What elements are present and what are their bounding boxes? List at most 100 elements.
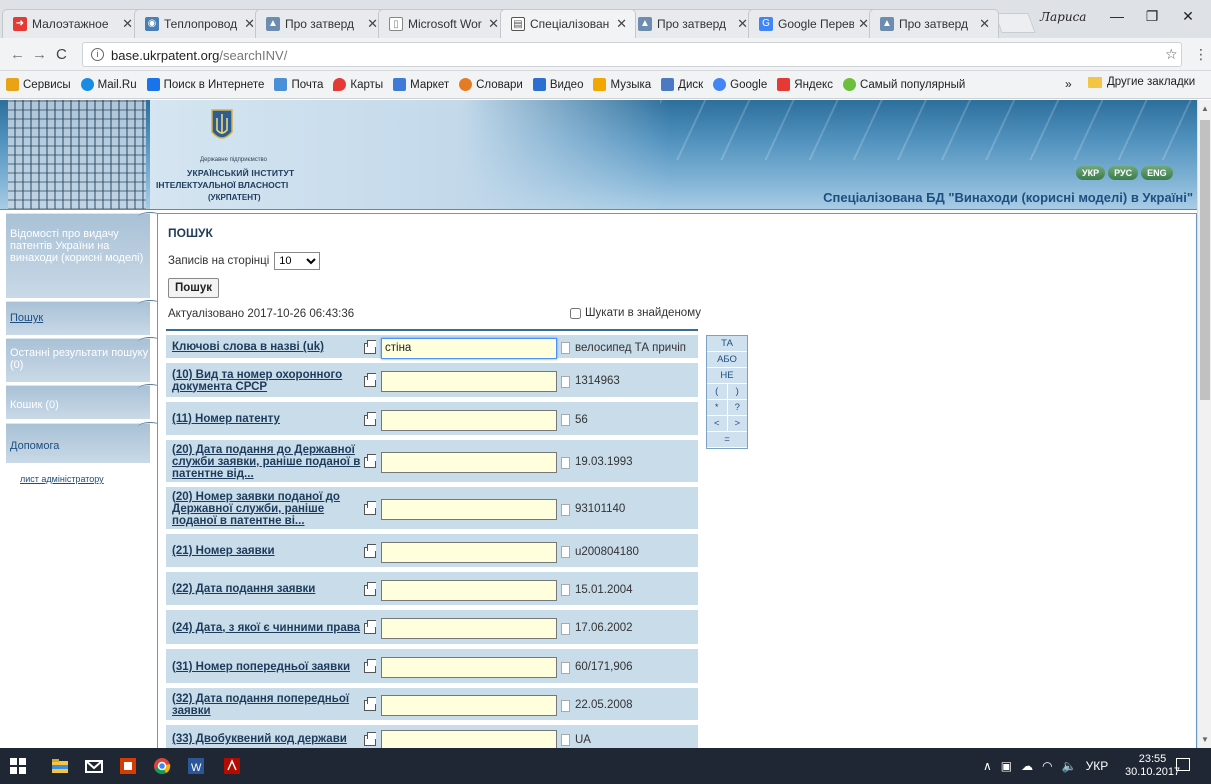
operator-button[interactable]: ? (726, 400, 748, 415)
keyboard-language[interactable]: УКР (1086, 759, 1109, 773)
mail-icon[interactable] (84, 756, 104, 776)
forward-icon[interactable]: → (32, 46, 47, 63)
bookmark-yandex[interactable]: Яндекс (777, 78, 833, 91)
sidebar-item-search[interactable]: Пошук (6, 300, 162, 335)
search-field-input[interactable] (381, 579, 557, 601)
new-tab-button[interactable] (994, 13, 1036, 33)
bookmark-disk[interactable]: Диск (661, 78, 703, 91)
info-icon[interactable]: i (91, 48, 104, 61)
reload-icon[interactable]: C (56, 46, 67, 63)
copy-icon[interactable] (364, 659, 376, 673)
admin-contact-link[interactable]: лист адміністратору (20, 474, 104, 484)
search-field-input[interactable] (381, 618, 557, 639)
per-page-select[interactable]: 10 (274, 252, 321, 270)
bookmark-search[interactable]: Поиск в Интернете (146, 78, 264, 91)
close-icon[interactable]: ✕ (979, 16, 990, 32)
bookmark-google[interactable]: Google (713, 78, 767, 91)
notifications-icon[interactable] (1176, 758, 1190, 771)
search-field-label[interactable]: (31) Номер попередньої заявки (172, 661, 364, 673)
copy-icon[interactable] (364, 620, 376, 634)
operator-button[interactable]: * (707, 400, 727, 415)
profile-name[interactable]: Лариса (1040, 10, 1086, 24)
search-field-label[interactable]: Ключові слова в назві (uk) (172, 341, 364, 353)
restore-icon[interactable]: ❐ (1140, 8, 1164, 28)
browser-tab[interactable]: ◉ Теплопровод ✕ (134, 9, 264, 38)
search-field-label[interactable]: (33) Двобуквений код держави (172, 733, 364, 745)
bookmark-video[interactable]: Видео (532, 78, 583, 91)
close-icon[interactable]: ✕ (737, 16, 748, 32)
windows-start-icon[interactable] (8, 756, 28, 776)
browser-tab[interactable]: ➜ Малоэтажное ✕ (2, 9, 142, 38)
search-field-label[interactable]: (22) Дата подання заявки (172, 583, 364, 595)
search-field-label[interactable]: (32) Дата подання попередньої заявки (172, 693, 364, 717)
word-icon[interactable]: W (186, 756, 206, 776)
other-bookmarks[interactable]: Другие закладки (1088, 76, 1195, 88)
network-icon[interactable]: ▣ (1001, 759, 1012, 773)
browser-tab[interactable]: ▲ Про затверд ✕ (869, 9, 999, 38)
operator-button[interactable]: ) (726, 384, 748, 399)
bookmarks-more-button[interactable]: » (1065, 77, 1072, 91)
search-field-label[interactable]: (21) Номер заявки (172, 545, 364, 557)
search-button[interactable]: Пошук (168, 278, 220, 298)
copy-icon[interactable] (364, 454, 376, 468)
operator-button[interactable]: АБО (707, 352, 747, 367)
search-field-input[interactable] (381, 337, 557, 359)
copy-icon[interactable] (364, 339, 376, 354)
copy-icon[interactable] (364, 581, 376, 596)
copy-icon[interactable] (364, 501, 376, 515)
search-in-found-checkbox[interactable]: Шукати в знайденому (570, 307, 701, 319)
bookmark-maps[interactable]: Карты (333, 78, 383, 91)
copy-icon[interactable] (364, 411, 376, 426)
lang-rus[interactable]: РУС (1108, 166, 1139, 180)
lang-ukr[interactable]: УКР (1076, 166, 1106, 180)
search-field-label[interactable]: (10) Вид та номер охоронного документа С… (172, 369, 364, 393)
search-field-input[interactable] (381, 371, 557, 392)
copy-icon[interactable] (364, 697, 376, 711)
bookmark-popular[interactable]: Самый популярный (842, 78, 965, 91)
checkbox[interactable] (570, 307, 581, 319)
search-field-label[interactable]: (11) Номер патенту (172, 413, 364, 425)
cloud-icon[interactable]: ☁ (1021, 759, 1033, 773)
search-field-input[interactable] (381, 541, 557, 563)
bookmark-apps[interactable]: Сервисы (6, 78, 71, 91)
search-field-label[interactable]: (20) Дата подання до Державної служби за… (172, 444, 364, 480)
bookmark-market[interactable]: Маркет (393, 78, 449, 91)
wifi-icon[interactable]: ◠ (1042, 759, 1052, 773)
close-icon[interactable]: ✕ (244, 16, 255, 32)
close-icon[interactable]: ✕ (488, 16, 499, 32)
close-window-icon[interactable]: ✕ (1176, 8, 1200, 28)
sidebar-item-recent-results[interactable]: Останні результати пошуку (0) (6, 337, 162, 382)
sidebar-item-cart[interactable]: Кошик (0) (6, 384, 162, 419)
scroll-down-icon[interactable]: ▼ (1201, 735, 1209, 744)
scrollbar-thumb[interactable] (1200, 120, 1210, 400)
sidebar-item-help[interactable]: Допомога (6, 422, 162, 463)
search-field-label[interactable]: (20) Номер заявки поданої до Державної с… (172, 491, 364, 527)
bookmark-star-icon[interactable]: ☆ (1165, 46, 1178, 63)
close-icon[interactable]: ✕ (367, 16, 378, 32)
operator-button[interactable]: < (707, 416, 727, 431)
bookmark-mailru[interactable]: Mail.Ru (80, 78, 137, 91)
search-field-input[interactable] (381, 657, 557, 678)
close-icon[interactable]: ✕ (858, 16, 869, 32)
search-field-input[interactable] (381, 729, 557, 748)
browser-tab[interactable]: ▲ Про затверд ✕ (627, 9, 757, 38)
close-icon[interactable]: ✕ (122, 16, 133, 32)
browser-tab[interactable]: ▯ Microsoft Wor ✕ (378, 9, 508, 38)
menu-icon[interactable]: ⋮ (1194, 46, 1208, 63)
search-field-input[interactable] (381, 499, 557, 520)
volume-icon[interactable]: 🔈 (1062, 759, 1077, 773)
operator-button[interactable]: > (726, 416, 748, 431)
search-field-input[interactable] (381, 695, 557, 716)
office-icon[interactable] (118, 756, 138, 776)
browser-tab[interactable]: G Google Перев ✕ (748, 9, 878, 38)
clock[interactable]: 23:55 30.10.2017 (1125, 753, 1180, 779)
page-scrollbar[interactable]: ▲ ▼ (1197, 100, 1211, 748)
close-icon[interactable]: ✕ (616, 16, 627, 32)
copy-icon[interactable] (364, 543, 376, 558)
search-field-label[interactable]: (24) Дата, з якої є чинними права (172, 622, 364, 634)
search-field-input[interactable] (381, 452, 557, 473)
chrome-icon[interactable] (152, 756, 172, 776)
browser-tab-active[interactable]: ▤ Спеціалізован ✕ (500, 9, 636, 38)
copy-icon[interactable] (364, 731, 376, 746)
file-explorer-icon[interactable] (50, 756, 70, 776)
